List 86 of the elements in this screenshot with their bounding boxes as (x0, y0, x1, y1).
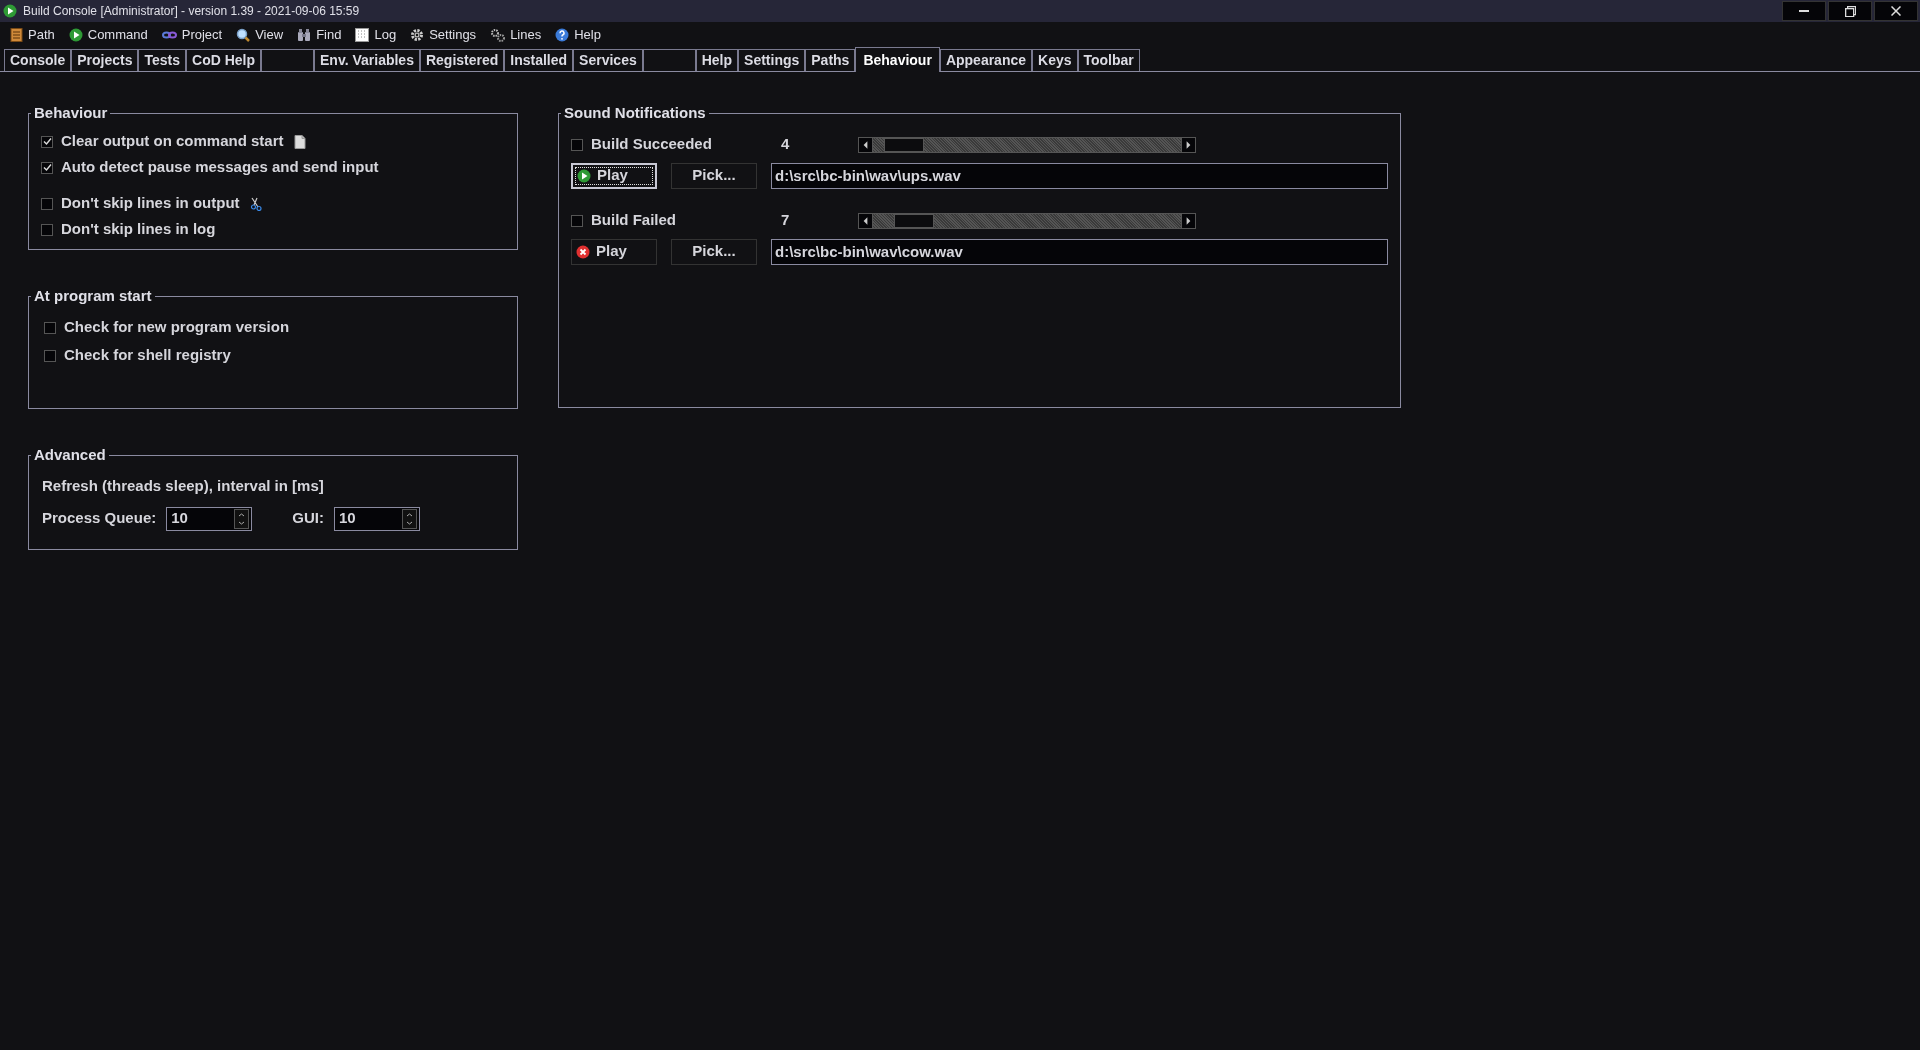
option-label: Clear output on command start (61, 131, 284, 152)
search-icon (236, 28, 251, 42)
play-icon (68, 28, 83, 42)
volume-scrollbar[interactable] (858, 212, 1196, 229)
tab[interactable]: Env. Variables (314, 49, 420, 71)
checkbox[interactable] (41, 135, 53, 148)
option-label: Check for shell registry (64, 345, 231, 366)
scissors-icon (249, 196, 262, 211)
binoculars-icon (297, 28, 312, 42)
grid-icon (355, 28, 370, 42)
tab[interactable] (642, 49, 696, 71)
menu-item[interactable]: Settings (410, 25, 477, 45)
play-button[interactable]: Play (571, 162, 657, 189)
document-icon (293, 134, 306, 149)
checkbox[interactable] (44, 321, 56, 334)
scrollbar-thumb[interactable] (894, 213, 935, 228)
tab[interactable]: Installed (504, 49, 574, 71)
menu-item[interactable]: Log (355, 25, 397, 45)
menu-item[interactable]: Project (161, 25, 223, 45)
minimize-button[interactable] (1782, 1, 1826, 21)
tab[interactable]: Projects (71, 49, 139, 71)
close-button[interactable] (1874, 1, 1918, 21)
tab[interactable] (261, 49, 315, 71)
tab[interactable]: Registered (419, 49, 505, 71)
event-label: Build Succeeded (591, 134, 713, 155)
option-label: Don't skip lines in log (61, 219, 216, 240)
group-title: Behaviour (33, 103, 109, 123)
file-path-field[interactable]: d:\src\bc-bin\wav\cow.wav (771, 238, 1388, 265)
minimize-icon (1799, 10, 1809, 12)
scrollbar-thumb[interactable] (883, 137, 924, 152)
app-icon (3, 4, 17, 18)
volume-scrollbar[interactable] (858, 136, 1196, 153)
option-label: Auto detect pause messages and send input (61, 157, 379, 178)
notepad-icon (10, 28, 23, 42)
menu-item[interactable]: Command (68, 25, 148, 45)
gears-icon (490, 28, 506, 42)
tab[interactable]: Toolbar (1077, 49, 1140, 71)
tab[interactable]: Appearance (939, 49, 1033, 71)
spin-field[interactable]: 10 (166, 506, 253, 531)
menu-item[interactable]: Find (297, 25, 342, 45)
option-label: Don't skip lines in output (61, 193, 240, 214)
close-icon (1891, 6, 1901, 16)
group-title: At program start (33, 286, 153, 306)
tab[interactable]: Services (573, 49, 643, 71)
checkbox[interactable] (41, 223, 53, 236)
menu-item[interactable]: Help (555, 25, 601, 45)
spin-field[interactable]: 10 (333, 506, 420, 531)
help-icon (555, 28, 570, 42)
spin-arrows-icon (234, 508, 250, 529)
menu-item[interactable]: Lines (490, 25, 542, 45)
file-path-field[interactable]: d:\src\bc-bin\wav\ups.wav (771, 162, 1388, 189)
restore-icon (1844, 5, 1856, 17)
tab[interactable]: Tests (138, 49, 187, 71)
pick-button[interactable]: Pick... (671, 162, 757, 189)
tab[interactable]: CoD Help (186, 49, 262, 71)
tab[interactable]: Keys (1032, 49, 1078, 71)
checkbox[interactable] (571, 138, 583, 151)
play-button[interactable]: Play (571, 238, 657, 265)
restore-button[interactable] (1828, 1, 1872, 21)
volume-value: 7 (781, 210, 791, 231)
group-title: Advanced (33, 445, 107, 465)
settings-icon (410, 28, 425, 42)
tab[interactable]: Console (4, 49, 72, 71)
checkbox[interactable] (41, 197, 53, 210)
error-icon (576, 244, 590, 259)
field-label: Process Queue: (42, 508, 157, 529)
tab[interactable]: Paths (805, 49, 856, 71)
group-title: Sound Notifications (563, 103, 707, 123)
description-text: Refresh (threads sleep), interval in [ms] (41, 475, 325, 496)
tab[interactable]: Behaviour (855, 47, 940, 72)
pick-button[interactable]: Pick... (671, 238, 757, 265)
checkbox[interactable] (571, 214, 583, 227)
tab[interactable]: Settings (738, 49, 806, 71)
checkbox[interactable] (41, 161, 53, 174)
checkbox[interactable] (44, 349, 56, 362)
volume-value: 4 (781, 134, 791, 155)
menu-item[interactable]: View (236, 25, 284, 45)
spin-arrows-icon (401, 508, 417, 529)
play-icon (577, 168, 591, 183)
link-icon (161, 30, 177, 40)
option-label: Check for new program version (64, 317, 290, 338)
menu-item[interactable]: Path (10, 25, 55, 45)
tab[interactable]: Help (695, 49, 739, 71)
window-title: Build Console [Administrator] - version 1.39 - 2021-09-06 15:59 (23, 3, 361, 20)
field-label: GUI: (292, 508, 324, 529)
event-label: Build Failed (591, 210, 677, 231)
